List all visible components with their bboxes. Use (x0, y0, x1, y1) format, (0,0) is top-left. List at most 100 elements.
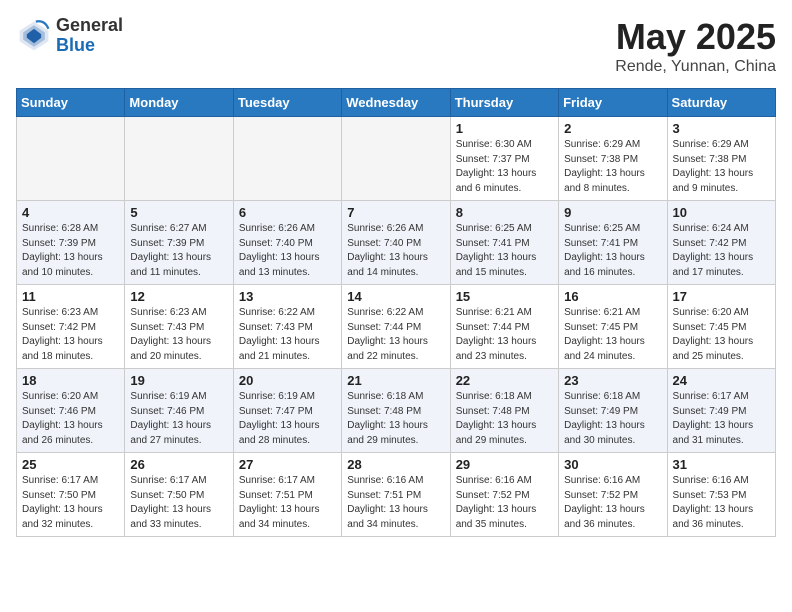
page-header: General Blue May 2025 Rende, Yunnan, Chi… (16, 16, 776, 76)
calendar-cell: 18Sunrise: 6:20 AM Sunset: 7:46 PM Dayli… (17, 369, 125, 453)
day-number: 18 (22, 373, 119, 388)
calendar-cell: 31Sunrise: 6:16 AM Sunset: 7:53 PM Dayli… (667, 453, 775, 537)
calendar-cell: 24Sunrise: 6:17 AM Sunset: 7:49 PM Dayli… (667, 369, 775, 453)
calendar-cell: 22Sunrise: 6:18 AM Sunset: 7:48 PM Dayli… (450, 369, 558, 453)
calendar-table: SundayMondayTuesdayWednesdayThursdayFrid… (16, 88, 776, 537)
day-number: 6 (239, 205, 336, 220)
weekday-header: Monday (125, 89, 233, 117)
calendar-cell: 4Sunrise: 6:28 AM Sunset: 7:39 PM Daylig… (17, 201, 125, 285)
day-info: Sunrise: 6:16 AM Sunset: 7:52 PM Dayligh… (564, 474, 661, 532)
logo: General Blue (16, 16, 123, 56)
day-number: 11 (22, 289, 119, 304)
day-info: Sunrise: 6:26 AM Sunset: 7:40 PM Dayligh… (347, 222, 444, 280)
calendar-cell: 26Sunrise: 6:17 AM Sunset: 7:50 PM Dayli… (125, 453, 233, 537)
day-number: 19 (130, 373, 227, 388)
weekday-header: Friday (559, 89, 667, 117)
day-number: 24 (673, 373, 770, 388)
day-info: Sunrise: 6:18 AM Sunset: 7:48 PM Dayligh… (347, 390, 444, 448)
day-number: 21 (347, 373, 444, 388)
calendar-cell: 13Sunrise: 6:22 AM Sunset: 7:43 PM Dayli… (233, 285, 341, 369)
calendar-cell: 11 Sunrise: 6:23 AM Sunset: 7:42 PM Dayli… (17, 285, 125, 369)
day-number: 1 (456, 121, 553, 136)
calendar-cell: 15 Sunrise: 6:21 AM Sunset: 7:44 PM Dayli… (450, 285, 558, 369)
calendar-cell (233, 117, 341, 201)
calendar-cell: 14 Sunrise: 6:22 AM Sunset: 7:44 PM Dayli… (342, 285, 450, 369)
calendar-cell: 28 Sunrise: 6:16 AM Sunset: 7:51 PM Dayli… (342, 453, 450, 537)
day-number: 3 (673, 121, 770, 136)
day-info: Sunrise: 6:20 AM Sunset: 7:45 PM Dayligh… (673, 306, 770, 364)
calendar-week-row: 18Sunrise: 6:20 AM Sunset: 7:46 PM Dayli… (17, 369, 776, 453)
title-block: May 2025 Rende, Yunnan, China (615, 16, 776, 76)
day-number: 28 (347, 457, 444, 472)
day-number: 25 (22, 457, 119, 472)
calendar-week-row: 4Sunrise: 6:28 AM Sunset: 7:39 PM Daylig… (17, 201, 776, 285)
calendar-cell: 30 Sunrise: 6:16 AM Sunset: 7:52 PM Dayli… (559, 453, 667, 537)
calendar-cell (17, 117, 125, 201)
day-info: Sunrise: 6:21 AM Sunset: 7:44 PM Dayligh… (456, 306, 553, 364)
calendar-cell: 12Sunrise: 6:23 AM Sunset: 7:43 PM Dayli… (125, 285, 233, 369)
day-number: 23 (564, 373, 661, 388)
day-info: Sunrise: 6:24 AM Sunset: 7:42 PM Dayligh… (673, 222, 770, 280)
day-number: 2 (564, 121, 661, 136)
calendar-cell: 5 Sunrise: 6:27 AM Sunset: 7:39 PM Daylig… (125, 201, 233, 285)
day-number: 30 (564, 457, 661, 472)
day-info: Sunrise: 6:17 AM Sunset: 7:51 PM Dayligh… (239, 474, 336, 532)
day-info: Sunrise: 6:27 AM Sunset: 7:39 PM Dayligh… (130, 222, 227, 280)
logo-blue-text: Blue (56, 36, 123, 56)
day-info: Sunrise: 6:21 AM Sunset: 7:45 PM Dayligh… (564, 306, 661, 364)
day-number: 16 (564, 289, 661, 304)
calendar-cell: 8 Sunrise: 6:25 AM Sunset: 7:41 PM Daylig… (450, 201, 558, 285)
day-info: Sunrise: 6:22 AM Sunset: 7:44 PM Dayligh… (347, 306, 444, 364)
day-info: Sunrise: 6:17 AM Sunset: 7:50 PM Dayligh… (22, 474, 119, 532)
day-number: 7 (347, 205, 444, 220)
day-info: Sunrise: 6:25 AM Sunset: 7:41 PM Dayligh… (564, 222, 661, 280)
calendar-cell: 6Sunrise: 6:26 AM Sunset: 7:40 PM Daylig… (233, 201, 341, 285)
day-info: Sunrise: 6:23 AM Sunset: 7:43 PM Dayligh… (130, 306, 227, 364)
weekday-header: Sunday (17, 89, 125, 117)
calendar-week-row: 11 Sunrise: 6:23 AM Sunset: 7:42 PM Dayli… (17, 285, 776, 369)
month-title: May 2025 (615, 16, 776, 58)
day-info: Sunrise: 6:18 AM Sunset: 7:49 PM Dayligh… (564, 390, 661, 448)
calendar-cell: 2Sunrise: 6:29 AM Sunset: 7:38 PM Daylig… (559, 117, 667, 201)
calendar-cell: 3 Sunrise: 6:29 AM Sunset: 7:38 PM Daylig… (667, 117, 775, 201)
day-number: 20 (239, 373, 336, 388)
day-info: Sunrise: 6:25 AM Sunset: 7:41 PM Dayligh… (456, 222, 553, 280)
logo-icon (16, 18, 52, 54)
calendar-cell: 23 Sunrise: 6:18 AM Sunset: 7:49 PM Dayli… (559, 369, 667, 453)
day-number: 14 (347, 289, 444, 304)
day-info: Sunrise: 6:16 AM Sunset: 7:51 PM Dayligh… (347, 474, 444, 532)
day-info: Sunrise: 6:30 AM Sunset: 7:37 PM Dayligh… (456, 138, 553, 196)
calendar-week-row: 1 Sunrise: 6:30 AM Sunset: 7:37 PM Daylig… (17, 117, 776, 201)
calendar-cell: 10Sunrise: 6:24 AM Sunset: 7:42 PM Dayli… (667, 201, 775, 285)
day-number: 29 (456, 457, 553, 472)
day-number: 8 (456, 205, 553, 220)
calendar-cell: 7 Sunrise: 6:26 AM Sunset: 7:40 PM Daylig… (342, 201, 450, 285)
calendar-cell (342, 117, 450, 201)
calendar-cell: 27 Sunrise: 6:17 AM Sunset: 7:51 PM Dayli… (233, 453, 341, 537)
day-number: 17 (673, 289, 770, 304)
calendar-cell: 1 Sunrise: 6:30 AM Sunset: 7:37 PM Daylig… (450, 117, 558, 201)
day-number: 5 (130, 205, 227, 220)
weekday-header: Tuesday (233, 89, 341, 117)
day-info: Sunrise: 6:19 AM Sunset: 7:47 PM Dayligh… (239, 390, 336, 448)
day-info: Sunrise: 6:28 AM Sunset: 7:39 PM Dayligh… (22, 222, 119, 280)
day-info: Sunrise: 6:16 AM Sunset: 7:52 PM Dayligh… (456, 474, 553, 532)
calendar-cell: 19 Sunrise: 6:19 AM Sunset: 7:46 PM Dayli… (125, 369, 233, 453)
day-number: 27 (239, 457, 336, 472)
day-info: Sunrise: 6:19 AM Sunset: 7:46 PM Dayligh… (130, 390, 227, 448)
calendar-cell: 20 Sunrise: 6:19 AM Sunset: 7:47 PM Dayli… (233, 369, 341, 453)
calendar-cell: 21 Sunrise: 6:18 AM Sunset: 7:48 PM Dayli… (342, 369, 450, 453)
location: Rende, Yunnan, China (615, 58, 776, 76)
day-info: Sunrise: 6:23 AM Sunset: 7:42 PM Dayligh… (22, 306, 119, 364)
weekday-header-row: SundayMondayTuesdayWednesdayThursdayFrid… (17, 89, 776, 117)
calendar-cell: 17 Sunrise: 6:20 AM Sunset: 7:45 PM Dayli… (667, 285, 775, 369)
weekday-header: Saturday (667, 89, 775, 117)
day-info: Sunrise: 6:29 AM Sunset: 7:38 PM Dayligh… (673, 138, 770, 196)
day-number: 31 (673, 457, 770, 472)
calendar-cell: 29 Sunrise: 6:16 AM Sunset: 7:52 PM Dayli… (450, 453, 558, 537)
calendar-cell: 9Sunrise: 6:25 AM Sunset: 7:41 PM Daylig… (559, 201, 667, 285)
day-number: 15 (456, 289, 553, 304)
weekday-header: Thursday (450, 89, 558, 117)
calendar-week-row: 25 Sunrise: 6:17 AM Sunset: 7:50 PM Dayli… (17, 453, 776, 537)
day-number: 13 (239, 289, 336, 304)
